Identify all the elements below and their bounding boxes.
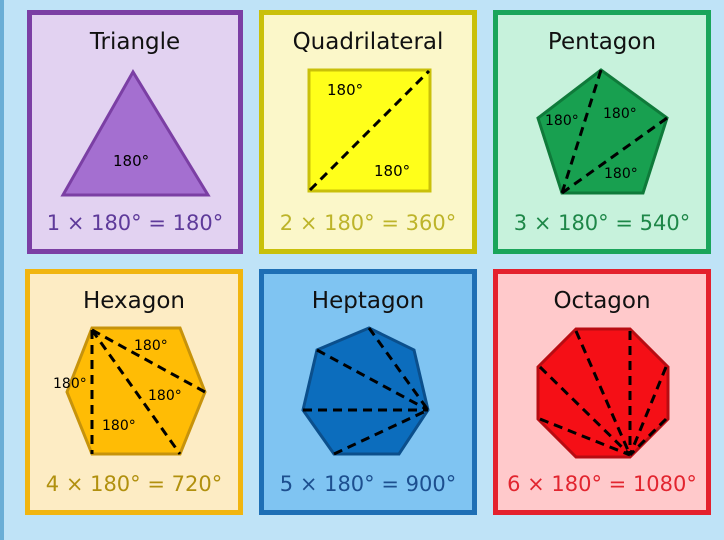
heptagon-shape — [301, 326, 430, 456]
angle-label: 180° — [113, 152, 149, 170]
angle-label: 180° — [545, 113, 579, 129]
card-quadrilateral: Quadrilateral 180° 180° 2 × 180° = 360° — [259, 10, 477, 254]
card-hexagon: Hexagon 180° 180° 180° 180° 4 × 180° = 7… — [25, 269, 243, 515]
formula-text: 4 × 180° = 720° — [45, 472, 223, 496]
left-edge-strip — [0, 0, 4, 540]
card-triangle: Triangle 180° 1 × 180° = 180° — [27, 10, 243, 254]
angle-label: 180° — [327, 81, 363, 99]
formula-text: 3 × 180° = 540° — [513, 211, 691, 235]
angle-label: 180° — [148, 388, 182, 404]
angle-label: 180° — [604, 166, 638, 182]
angle-label: 180° — [53, 376, 87, 392]
formula-text: 5 × 180° = 900° — [279, 472, 457, 496]
formula-text: 1 × 180° = 180° — [46, 211, 224, 235]
angle-label: 180° — [134, 338, 168, 354]
card-octagon: Octagon 6 × 180° = 1080° — [493, 269, 711, 515]
formula-text: 2 × 180° = 360° — [279, 211, 457, 235]
formula-text: 6 × 180° = 1080° — [507, 472, 697, 496]
angle-label: 180° — [102, 418, 136, 434]
angle-label: 180° — [374, 162, 410, 180]
card-heptagon: Heptagon 5 × 180° = 900° — [259, 269, 477, 515]
card-pentagon: Pentagon 180° 180° 180° 3 × 180° = 540° — [493, 10, 711, 254]
triangle-shape — [60, 69, 211, 197]
angle-label: 180° — [603, 106, 637, 122]
